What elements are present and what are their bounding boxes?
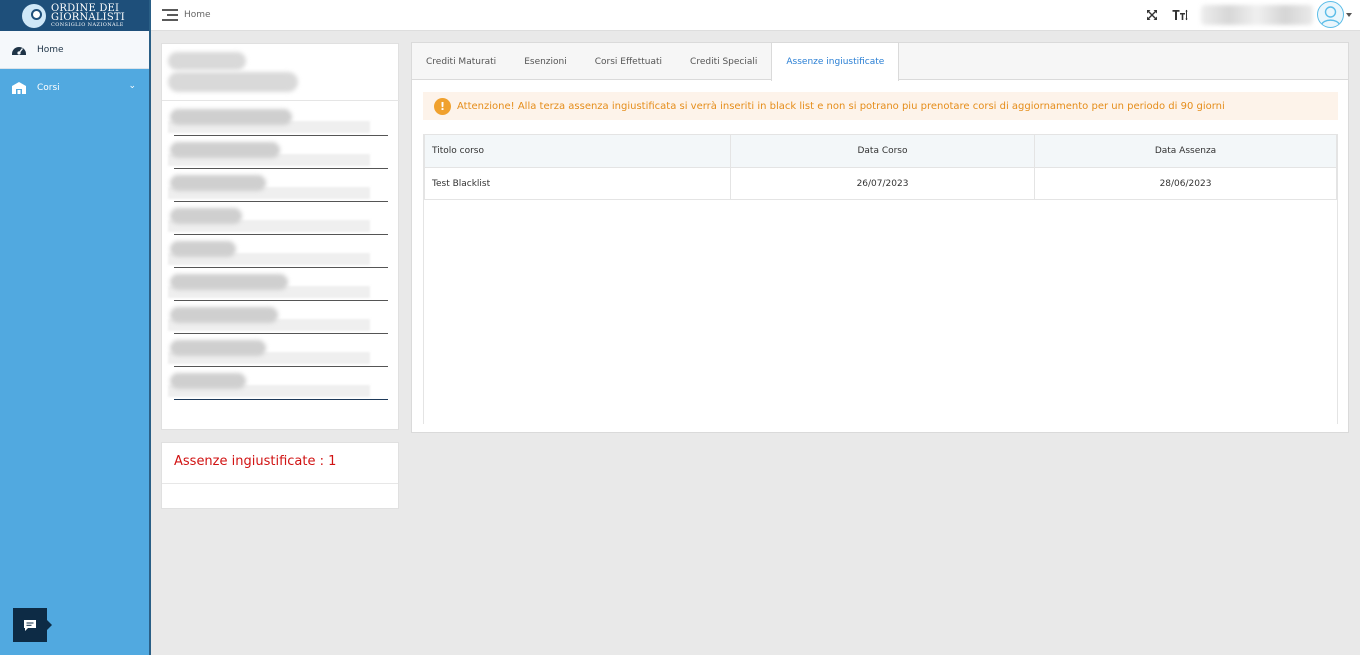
sidebar-item-label: Home [37, 44, 64, 55]
main-panel: Crediti Maturati Esenzioni Corsi Effettu… [411, 42, 1349, 433]
sidebar-item-home[interactable]: Home [0, 31, 149, 69]
absences-table-container: Titolo corso Data Corso Data Assenza Tes… [423, 134, 1338, 424]
warning-text: Attenzione! Alla terza assenza ingiustif… [457, 100, 1225, 112]
column-header-data-corso[interactable]: Data Corso [730, 134, 1035, 168]
profile-row [162, 202, 400, 235]
tab-esenzioni[interactable]: Esenzioni [510, 43, 581, 80]
breadcrumb[interactable]: Home [184, 10, 211, 20]
column-header-titolo-corso[interactable]: Titolo corso [424, 134, 731, 168]
user-icon [1320, 6, 1341, 26]
profile-name-blurred [168, 52, 246, 70]
user-name-blurred [1201, 5, 1313, 25]
tab-corsi-effettuati[interactable]: Corsi Effettuati [581, 43, 676, 80]
table-header-row: Titolo corso Data Corso Data Assenza [424, 134, 1337, 168]
brand-line-2: GIORNALISTI [51, 11, 125, 23]
profile-row [162, 103, 400, 136]
tab-crediti-speciali[interactable]: Crediti Speciali [676, 43, 771, 80]
profile-row [162, 268, 400, 301]
institution-icon [11, 81, 27, 95]
profile-card [161, 43, 400, 430]
brand-logo[interactable]: ORDINE DEI GIORNALISTI CONSIGLIO NAZIONA… [0, 0, 149, 31]
column-header-data-assenza[interactable]: Data Assenza [1034, 134, 1337, 168]
unjustified-absences-count: Assenze ingiustificate : 1 [174, 454, 337, 469]
sidebar-item-label: Corsi [37, 83, 60, 93]
tab-assenze-ingiustificate[interactable]: Assenze ingiustificate [771, 43, 900, 81]
profile-row [162, 334, 400, 367]
sidebar: ORDINE DEI GIORNALISTI CONSIGLIO NAZIONA… [0, 0, 151, 655]
profile-row [162, 367, 400, 400]
topbar: Home [151, 0, 1360, 31]
tab-bar: Crediti Maturati Esenzioni Corsi Effettu… [412, 43, 1348, 81]
warning-icon: ! [434, 97, 451, 115]
fullscreen-icon[interactable] [1144, 7, 1160, 23]
table-row[interactable]: Test Blacklist 26/07/2023 28/06/2023 [424, 167, 1337, 200]
warning-alert: ! Attenzione! Alla terza assenza ingiust… [423, 92, 1338, 120]
dashboard-icon [11, 43, 27, 57]
cell-titolo-corso: Test Blacklist [424, 167, 731, 200]
chevron-down-icon[interactable]: ⌄ [128, 81, 136, 91]
profile-id-blurred [168, 72, 298, 92]
profile-row [162, 301, 400, 334]
user-avatar[interactable] [1317, 1, 1344, 28]
profile-row [162, 169, 400, 202]
chat-button[interactable] [13, 608, 52, 642]
unjustified-absences-card: Assenze ingiustificate : 1 [161, 442, 399, 509]
profile-row [162, 235, 400, 268]
logo-icon [22, 3, 46, 28]
brand-line-3: CONSIGLIO NAZIONALE [51, 21, 124, 28]
tab-crediti-maturati[interactable]: Crediti Maturati [412, 43, 510, 80]
menu-toggle-icon[interactable] [162, 9, 178, 22]
absences-table: Titolo corso Data Corso Data Assenza Tes… [424, 134, 1337, 200]
cell-data-corso: 26/07/2023 [730, 167, 1035, 200]
cell-data-assenza: 28/06/2023 [1034, 167, 1337, 200]
user-menu-caret-icon[interactable] [1346, 13, 1352, 17]
profile-row [162, 136, 400, 169]
chat-icon [24, 619, 36, 631]
sidebar-item-corsi[interactable]: Corsi ⌄ [0, 69, 149, 107]
font-size-icon[interactable] [1172, 7, 1188, 23]
